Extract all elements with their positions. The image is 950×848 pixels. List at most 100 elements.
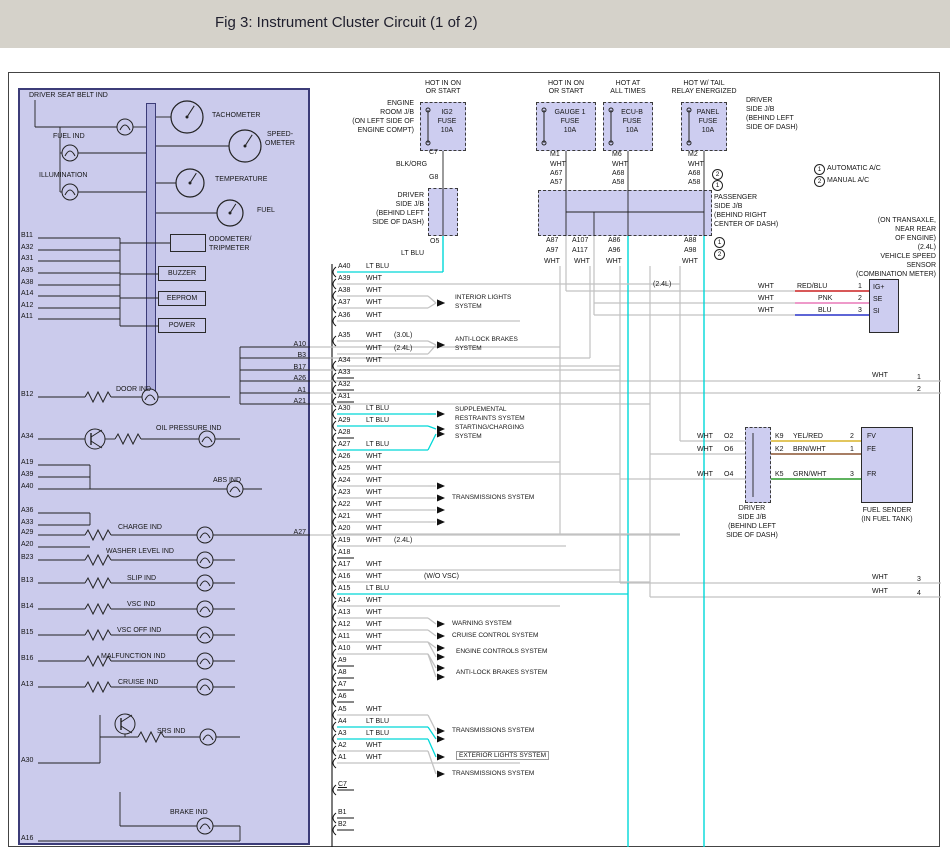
wire-note: (3.0L) bbox=[394, 332, 412, 340]
pin-label: A24 bbox=[338, 477, 350, 485]
pin-label: A40 bbox=[21, 483, 33, 491]
wire-color-label: WHT bbox=[366, 477, 382, 485]
power-label: A87 bbox=[546, 237, 558, 245]
cluster-label: BRAKE IND bbox=[170, 809, 208, 817]
pin-label: B14 bbox=[21, 603, 33, 611]
power-label: G8 bbox=[429, 174, 438, 182]
cluster-label: TRIPMETER bbox=[209, 245, 249, 253]
wire-color-label: WHT bbox=[366, 609, 382, 617]
power-label: M6 bbox=[612, 151, 622, 159]
wire-color-label: WHT bbox=[366, 299, 382, 307]
connector-pin-label: FV bbox=[867, 433, 876, 441]
driver-side-jb-box bbox=[428, 188, 458, 236]
connector-pin-label: SE bbox=[873, 296, 882, 304]
wire-color-label: WHT bbox=[872, 588, 888, 596]
pin-label: A20 bbox=[338, 525, 350, 533]
eeprom-box: EEPROM bbox=[158, 291, 206, 306]
pin-label: B16 bbox=[21, 655, 33, 663]
pin-label: A1 bbox=[338, 754, 347, 762]
wire-color-label: LT BLU bbox=[366, 417, 389, 425]
circled-number: 1 bbox=[814, 164, 825, 175]
wire-color-label: LT BLU bbox=[366, 405, 389, 413]
pin-number: 1 bbox=[850, 446, 854, 454]
system-label: SYSTEM bbox=[455, 433, 482, 440]
system-label: TRANSMISSIONS SYSTEM bbox=[452, 494, 534, 501]
pin-label: A29 bbox=[21, 529, 33, 537]
power-label: WHT bbox=[682, 258, 698, 266]
system-label: ANTI-LOCK BRAKES SYSTEM bbox=[456, 669, 547, 676]
wire-color-label: WHT bbox=[366, 754, 382, 762]
pin-label: A22 bbox=[338, 501, 350, 509]
cluster-label: WASHER LEVEL IND bbox=[106, 548, 174, 556]
wire-color-label: WHT bbox=[366, 357, 382, 365]
pin-label: A20 bbox=[21, 541, 33, 549]
pin-label: A38 bbox=[21, 279, 33, 287]
pin-label: K5 bbox=[775, 471, 784, 479]
power-label: A117 bbox=[572, 247, 588, 255]
jb-label: (BEHIND LEFT bbox=[746, 115, 794, 123]
jb-label: SIDE J/B bbox=[746, 106, 774, 114]
fuel-jb-box bbox=[745, 427, 771, 503]
component-note: (COMBINATION METER) bbox=[786, 271, 936, 279]
pin-label: A26 bbox=[282, 375, 306, 383]
wire-color-label: LT BLU bbox=[366, 441, 389, 449]
power-label: C7 bbox=[429, 149, 438, 157]
jb-label: CENTER OF DASH) bbox=[714, 221, 778, 229]
cluster-label: TACHOMETER bbox=[212, 112, 260, 120]
system-label: ENGINE CONTROLS SYSTEM bbox=[456, 648, 547, 655]
cluster-label: MALFUNCTION IND bbox=[101, 653, 166, 661]
pin-label: A39 bbox=[338, 275, 350, 283]
system-label: TRANSMISSIONS SYSTEM bbox=[452, 727, 534, 734]
pin-label: A14 bbox=[21, 290, 33, 298]
pin-label: A12 bbox=[21, 302, 33, 310]
jb-label: SIDE OF DASH) bbox=[692, 532, 812, 540]
wire-color-label: WHT bbox=[366, 501, 382, 509]
pin-label: A17 bbox=[338, 561, 350, 569]
power-label: A107 bbox=[572, 237, 588, 245]
cluster-label: CHARGE IND bbox=[118, 524, 162, 532]
wire-color-label: WHT bbox=[366, 275, 382, 283]
pin-number: 1 bbox=[917, 374, 921, 382]
pin-label: A30 bbox=[338, 405, 350, 413]
circled-number: 1 bbox=[714, 237, 725, 248]
pin-label: A2 bbox=[338, 742, 347, 750]
wire-color-label: YEL/RED bbox=[793, 433, 823, 441]
pin-label: A16 bbox=[21, 835, 33, 843]
power-label: A68 bbox=[688, 170, 700, 178]
pin-label: B1 bbox=[338, 809, 347, 817]
pin-label: B13 bbox=[21, 577, 33, 585]
system-label: RESTRAINTS SYSTEM bbox=[455, 415, 525, 422]
wire-note: (2.4L) bbox=[394, 345, 412, 353]
wire-color-label: WHT bbox=[366, 453, 382, 461]
jb-label: (ON LEFT SIDE OF bbox=[264, 118, 414, 126]
pin-label: A21 bbox=[338, 513, 350, 521]
pin-label: A9 bbox=[338, 657, 347, 665]
jb-label: SIDE J/B bbox=[274, 201, 424, 209]
pin-number: 1 bbox=[858, 283, 862, 291]
system-label: CRUISE CONTROL SYSTEM bbox=[452, 632, 538, 639]
wire-color-label: BLU bbox=[818, 307, 832, 315]
buzzer-box: BUZZER bbox=[158, 266, 206, 281]
power-label: M2 bbox=[688, 151, 698, 159]
wire-color-label: WHT bbox=[366, 525, 382, 533]
hot-header: HOT IN ON bbox=[383, 80, 503, 88]
wire-color-label: RED/BLU bbox=[797, 283, 827, 291]
pin-label: O4 bbox=[724, 471, 733, 479]
wire-color-label: WHT bbox=[697, 446, 713, 454]
pin-label: A37 bbox=[338, 299, 350, 307]
wire-color-label: GRN/WHT bbox=[793, 471, 826, 479]
pin-label: B11 bbox=[21, 232, 33, 240]
pin-label: A40 bbox=[338, 263, 350, 271]
power-label: WHT bbox=[688, 161, 704, 169]
system-label: SYSTEM bbox=[455, 303, 482, 310]
jb-label: ENGINE COMPT) bbox=[264, 127, 414, 135]
jb-label: SIDE OF DASH) bbox=[274, 219, 424, 227]
legend-label: AUTOMATIC A/C bbox=[827, 165, 881, 173]
cluster-label: OMETER bbox=[265, 140, 295, 148]
wire-color-label: WHT bbox=[366, 332, 382, 340]
pin-label: A36 bbox=[21, 507, 33, 515]
pin-label: B17 bbox=[282, 364, 306, 372]
cluster-label: FUEL bbox=[257, 207, 275, 215]
wire-color-label: WHT bbox=[366, 489, 382, 497]
wire-color-label: WHT bbox=[366, 345, 382, 353]
